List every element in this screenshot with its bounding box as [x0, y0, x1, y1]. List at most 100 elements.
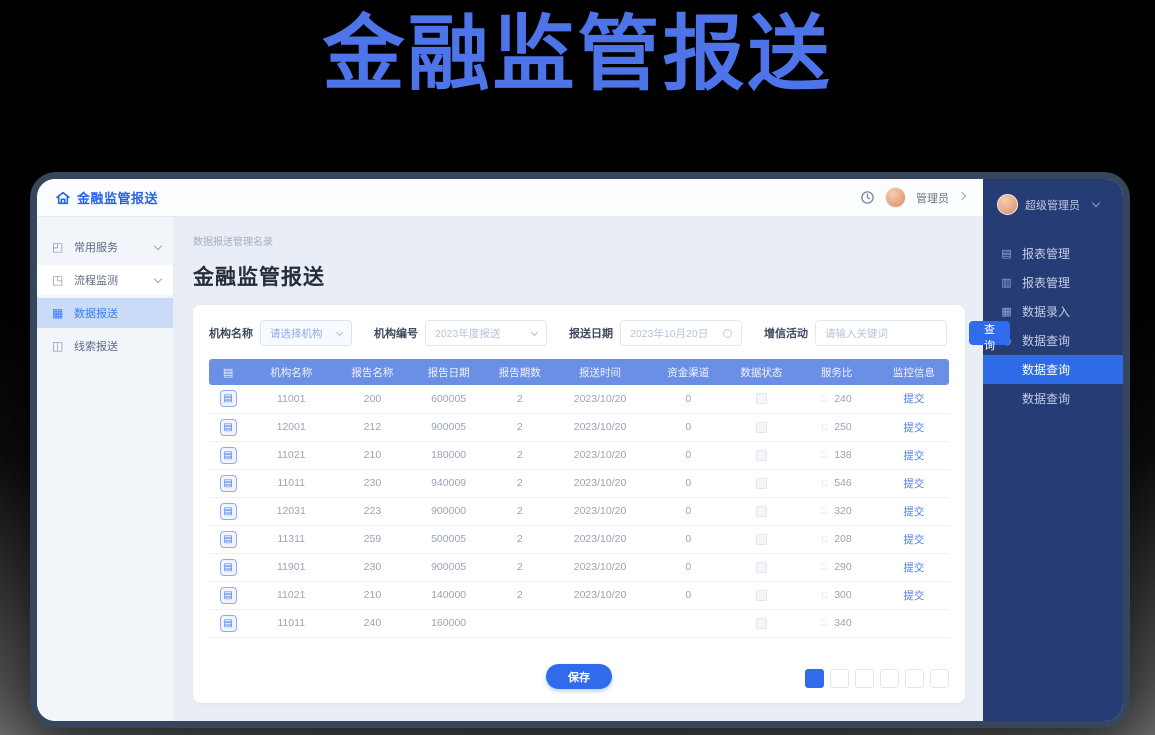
row-action-link[interactable]: 提交: [903, 393, 924, 405]
app-logo-text: 金融监管报送: [77, 188, 158, 207]
row-action-link[interactable]: 提交: [903, 534, 924, 546]
stepper-icon: ∷: [821, 562, 827, 572]
row-checkbox[interactable]: [756, 534, 767, 545]
panel-menu-item[interactable]: 数据查询: [983, 384, 1123, 413]
cell-org: 11311: [247, 525, 335, 553]
row-checkbox[interactable]: [756, 393, 767, 404]
panel-menu-item[interactable]: ▤ 报表管理: [983, 239, 1123, 268]
cell-name: 210: [335, 581, 409, 609]
row-action-link[interactable]: 提交: [903, 450, 924, 462]
row-action-link[interactable]: 提交: [903, 422, 924, 434]
filter-suffix-icon: [723, 329, 732, 338]
cell-org: 12001: [247, 413, 335, 441]
sidebar-item-icon: ◫: [52, 339, 66, 353]
row-checkbox[interactable]: [756, 618, 767, 629]
page-button[interactable]: [930, 669, 949, 688]
cell-period: 2: [488, 581, 552, 609]
filter-input[interactable]: 2023年度报送: [425, 320, 547, 346]
user-avatar[interactable]: [885, 187, 906, 208]
panel-menu-item[interactable]: 数据查询: [983, 355, 1123, 384]
row-action-link[interactable]: 提交: [903, 478, 924, 490]
card-footer: 保存: [209, 664, 949, 690]
chevron-down-icon[interactable]: [154, 274, 162, 282]
table-row[interactable]: ▤ 11001 200 600005 2 2023/10/20 0: [209, 385, 949, 413]
table-row[interactable]: ▤ 12001 212 900005 2 2023/10/20 0: [209, 413, 949, 441]
panel-user-name: 超级管理员: [1025, 197, 1080, 213]
table-row[interactable]: ▤ 11011 240 160000 ∷: [209, 609, 949, 637]
row-checkbox[interactable]: [756, 450, 767, 461]
search-button[interactable]: 查询: [969, 321, 1010, 345]
sidebar-item-icon: ◳: [52, 273, 66, 287]
row-action-link[interactable]: 提交: [903, 562, 924, 574]
row-document-icon[interactable]: ▤: [220, 419, 237, 436]
cell-ratio: ∷208: [795, 525, 879, 553]
filter-placeholder: 请输入关键词: [825, 326, 888, 341]
cell-channel: 0: [648, 413, 728, 441]
row-document-icon[interactable]: ▤: [220, 531, 237, 548]
filter-input[interactable]: 请输入关键词: [815, 320, 947, 346]
table-row[interactable]: ▤ 11901 230 900005 2 2023/10/20 0: [209, 553, 949, 581]
sidebar-item[interactable]: ◰ 常用服务: [37, 232, 173, 262]
row-checkbox[interactable]: [756, 506, 767, 517]
chevron-down-icon[interactable]: [154, 241, 162, 249]
sidebar-item-label: 流程监测: [74, 272, 118, 288]
row-checkbox[interactable]: [756, 422, 767, 433]
filter-input[interactable]: 请选择机构: [260, 320, 352, 346]
row-document-icon[interactable]: ▤: [220, 447, 237, 464]
row-checkbox[interactable]: [756, 478, 767, 489]
stepper-icon: ∷: [821, 506, 827, 516]
row-document-icon[interactable]: ▤: [220, 587, 237, 604]
table-row[interactable]: ▤ 12031 223 900000 2 2023/10/20 0: [209, 497, 949, 525]
left-sidebar: ◰ 常用服务 ◳ 流程监测 ▦ 数据报送: [37, 217, 173, 721]
sidebar-item[interactable]: ▦ 数据报送: [37, 298, 173, 328]
page-button[interactable]: [880, 669, 899, 688]
cell-period: [488, 609, 552, 637]
content-card: 机构名称 请选择机构 机构编号: [193, 305, 965, 703]
table-row[interactable]: ▤ 11011 230 940009 2 2023/10/20 0: [209, 469, 949, 497]
chevron-right-icon[interactable]: [958, 192, 966, 200]
cell-org: 11001: [247, 385, 335, 413]
history-clock-icon[interactable]: [860, 190, 875, 205]
cell-time: 2023/10/20: [552, 413, 648, 441]
filter-input[interactable]: 2023年10月20日: [620, 320, 742, 346]
filter-label: 增信活动: [764, 325, 808, 341]
row-checkbox[interactable]: [756, 590, 767, 601]
sidebar-item[interactable]: ◳ 流程监测: [37, 265, 173, 295]
row-checkbox[interactable]: [756, 562, 767, 573]
row-document-icon[interactable]: ▤: [220, 559, 237, 576]
app-logo[interactable]: 金融监管报送: [55, 188, 158, 207]
cell-date: 160000: [410, 609, 488, 637]
page-button[interactable]: [905, 669, 924, 688]
row-document-icon[interactable]: ▤: [220, 615, 237, 632]
cell-org: 12031: [247, 497, 335, 525]
cell-date: 140000: [410, 581, 488, 609]
cell-period: 2: [488, 525, 552, 553]
row-action-link[interactable]: 提交: [903, 590, 924, 602]
filter-label: 报送日期: [569, 325, 613, 341]
table-header-doc-icon: ▤: [223, 367, 233, 379]
row-document-icon[interactable]: ▤: [220, 390, 237, 407]
panel-menu-label: 报表管理: [1022, 274, 1070, 291]
filter-placeholder: 2023年度报送: [435, 326, 500, 341]
panel-menu-item[interactable]: ▥ 报表管理: [983, 268, 1123, 297]
table-row[interactable]: ▤ 11311 259 500005 2 2023/10/20 0: [209, 525, 949, 553]
save-button[interactable]: 保存: [546, 664, 612, 689]
sidebar-item-icon: ▦: [52, 306, 66, 320]
app-area: 金融监管报送 管理员: [37, 179, 983, 721]
table-row[interactable]: ▤ 11021 210 180000 2 2023/10/20 0: [209, 441, 949, 469]
cell-period: 2: [488, 553, 552, 581]
page-button[interactable]: [855, 669, 874, 688]
cell-name: 240: [335, 609, 409, 637]
page-button[interactable]: [805, 669, 824, 688]
table-row[interactable]: ▤ 11021 210 140000 2 2023/10/20 0: [209, 581, 949, 609]
sidebar-item[interactable]: ◫ 线索报送: [37, 331, 173, 361]
panel-menu-label: 报表管理: [1022, 245, 1070, 262]
row-action-link[interactable]: 提交: [903, 506, 924, 518]
panel-user[interactable]: 超级管理员: [983, 179, 1123, 223]
panel-menu-label: 数据录入: [1022, 303, 1070, 320]
row-document-icon[interactable]: ▤: [220, 475, 237, 492]
page-button[interactable]: [830, 669, 849, 688]
row-document-icon[interactable]: ▤: [220, 503, 237, 520]
col-header-time: 报送时间: [552, 359, 648, 385]
cell-date: 940009: [410, 469, 488, 497]
